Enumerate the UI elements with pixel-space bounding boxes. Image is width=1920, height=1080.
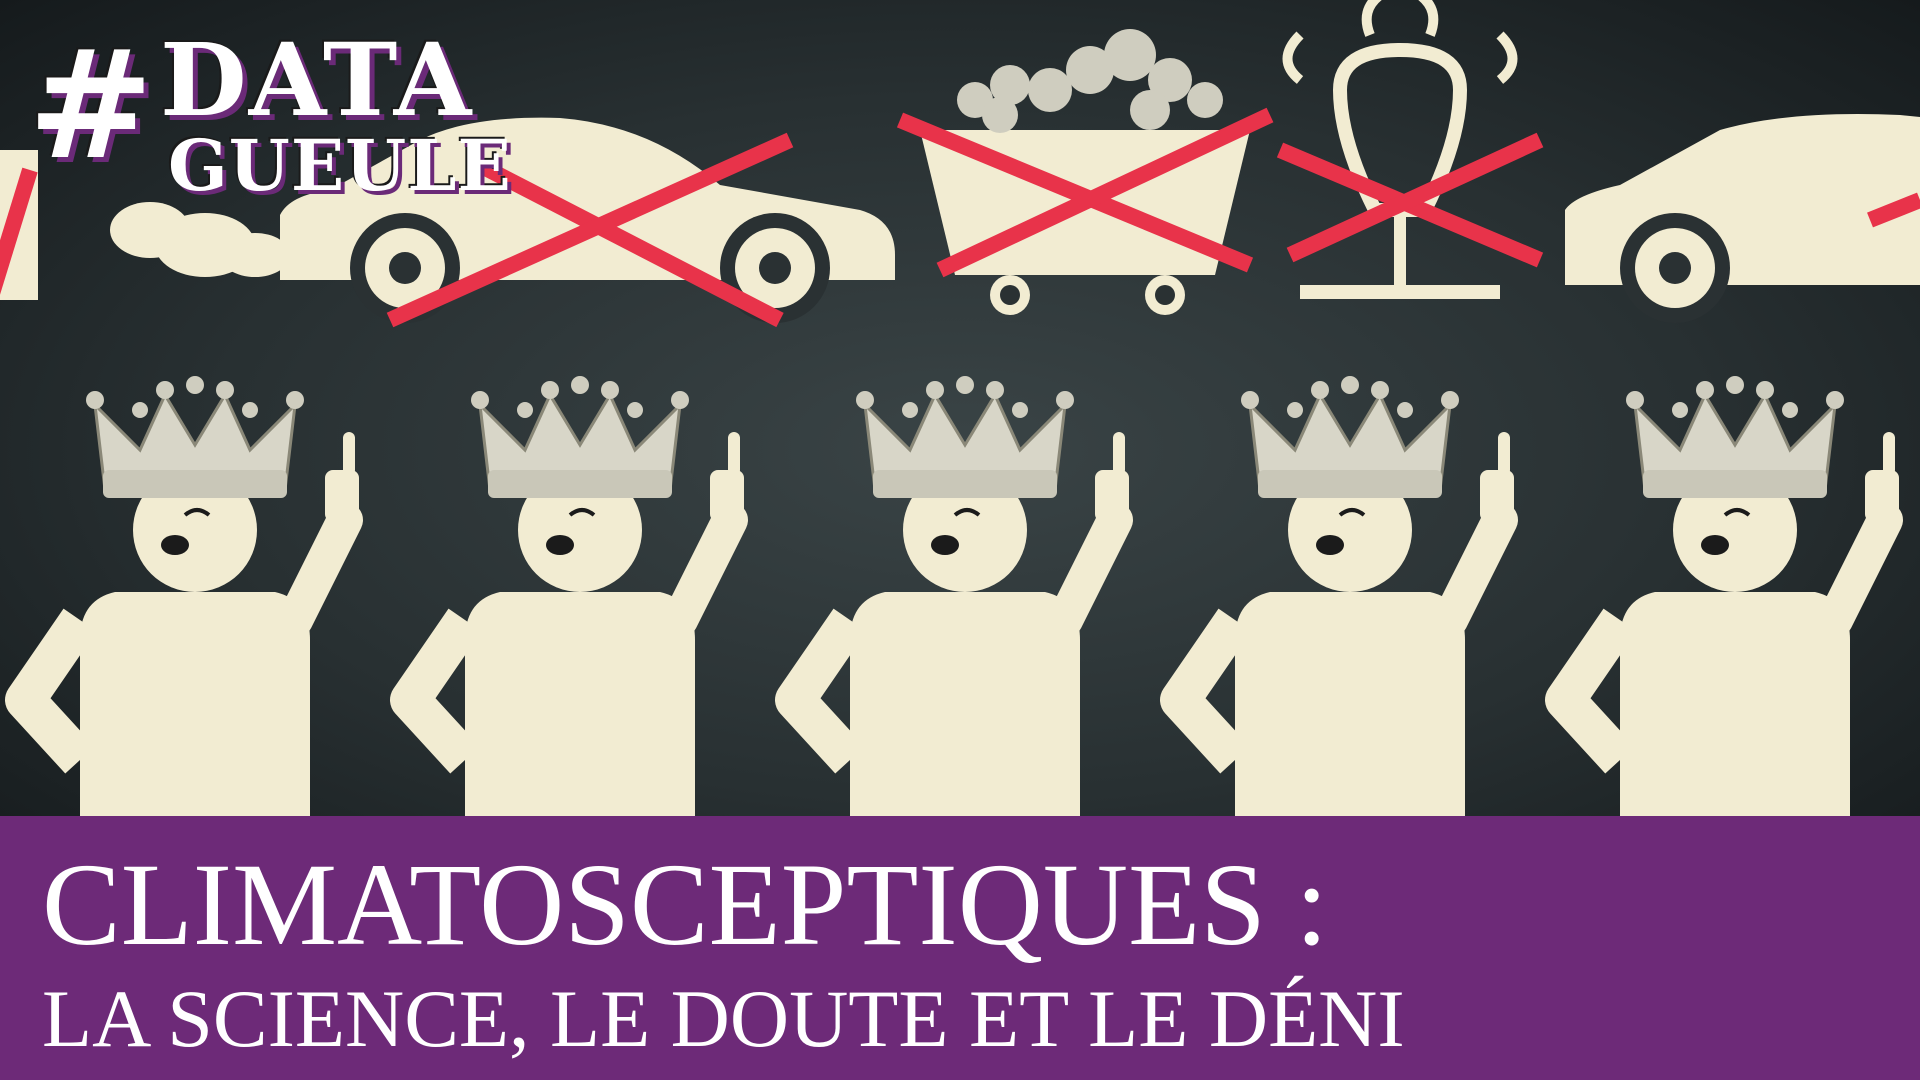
title-banner: CLIMATOSCEPTIQUES : LA SCIENCE, LE DOUTE… — [0, 816, 1920, 1080]
crowned-figure-icon — [1565, 376, 1899, 816]
crowned-figure-icon — [410, 376, 744, 816]
coal-cart-icon — [896, 29, 1274, 315]
crowned-figure-icon — [795, 376, 1129, 816]
datagueule-logo: # DATA GUEULE — [28, 22, 568, 212]
crowned-figure-icon — [1180, 376, 1514, 816]
illustration: # DATA GUEULE — [0, 0, 1920, 816]
car-icon — [1565, 114, 1920, 323]
title-line-1: CLIMATOSCEPTIQUES : — [42, 839, 1329, 970]
logo-word-gueule: GUEULE — [168, 124, 512, 207]
exhaust-cloud-icon — [110, 202, 290, 277]
crowned-figure-icon — [25, 376, 359, 816]
title-line-2: LA SCIENCE, LE DOUTE ET LE DÉNI — [42, 973, 1405, 1064]
light-bulb-icon — [1276, 0, 1544, 299]
logo-word-data: DATA — [160, 21, 474, 139]
logo-hash: # — [28, 17, 154, 193]
